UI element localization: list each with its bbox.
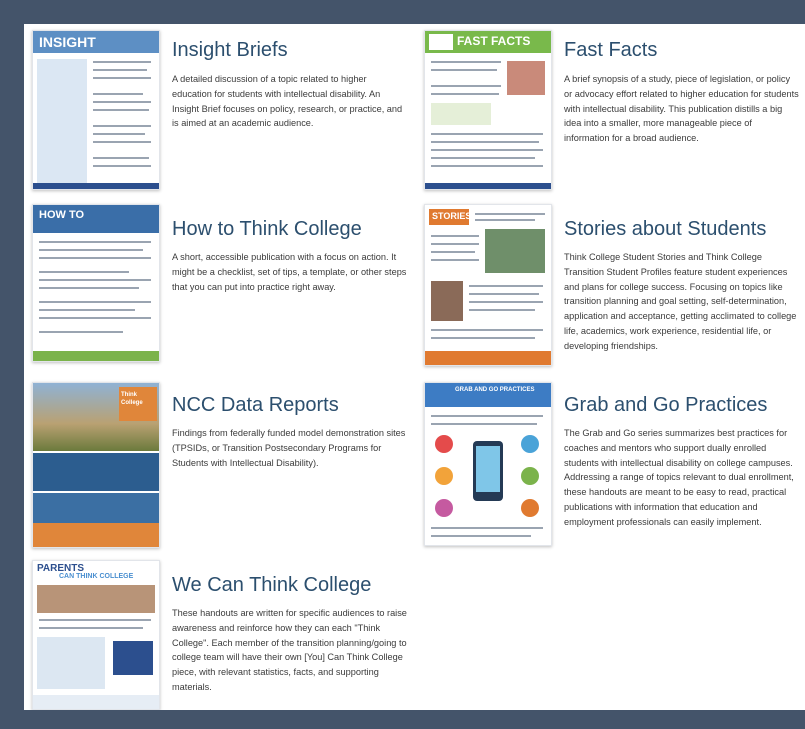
stories-thumbnail[interactable]: STORIES (424, 204, 552, 366)
how-to-logo-text: HOW TO (39, 209, 85, 221)
insight-briefs-title[interactable]: Insight Briefs (172, 39, 288, 62)
ncc-data-reports-title[interactable]: NCC Data Reports (172, 394, 339, 417)
stories-about-students-description: Think College Student Stories and Think … (564, 252, 797, 351)
can-think-college-logo-text: CAN THINK COLLEGE (59, 573, 134, 580)
publication-card-ncc-data-reports[interactable]: Think College NCC Data Reports Findings … (32, 382, 405, 548)
publication-card-insight-briefs[interactable]: INSIGHT Insight Briefs A detailed discus… (32, 30, 402, 196)
ncc-data-reports-thumbnail[interactable]: Think College (32, 382, 160, 548)
insight-logo-text: INSIGHT (39, 34, 96, 50)
stories-logo-text: STORIES (432, 211, 472, 221)
fast-facts-title[interactable]: Fast Facts (564, 39, 657, 62)
publication-card-stories-about-students[interactable]: STORIES Stories about Students Think Col… (424, 204, 802, 370)
ncc-data-reports-description: Findings from federally funded model dem… (172, 428, 406, 468)
publications-panel: INSIGHT Insight Briefs A detailed discus… (24, 24, 805, 710)
how-to-think-college-title[interactable]: How to Think College (172, 218, 362, 241)
we-can-think-college-thumbnail[interactable]: PARENTS CAN THINK COLLEGE (32, 560, 160, 710)
insight-briefs-thumbnail[interactable]: INSIGHT (32, 30, 160, 190)
fast-facts-logo-text: FAST FACTS (457, 34, 531, 48)
publication-card-we-can-think-college[interactable]: PARENTS CAN THINK COLLEGE We Can Think C… (32, 560, 407, 710)
we-can-think-college-description: These handouts are written for specific … (172, 608, 407, 692)
fast-facts-thumbnail[interactable]: FAST FACTS (424, 30, 552, 190)
publication-card-how-to-think-college[interactable]: HOW TO How to Think College A short, acc… (32, 204, 406, 370)
we-can-think-college-title[interactable]: We Can Think College (172, 574, 371, 597)
grab-and-go-logo-text: GRAB AND GO PRACTICES (455, 387, 535, 393)
grab-and-go-practices-title[interactable]: Grab and Go Practices (564, 394, 767, 417)
insight-briefs-description: A detailed discussion of a topic related… (172, 74, 403, 129)
ncc-logo-text: Think College (121, 392, 143, 406)
how-to-thumbnail[interactable]: HOW TO (32, 204, 160, 362)
how-to-think-college-description: A short, accessible publication with a f… (172, 252, 407, 292)
fast-facts-description: A brief synopsis of a study, piece of le… (564, 74, 799, 144)
stories-about-students-title[interactable]: Stories about Students (564, 218, 766, 241)
grab-and-go-practices-description: The Grab and Go series summarizes best p… (564, 428, 794, 527)
grab-and-go-thumbnail[interactable]: GRAB AND GO PRACTICES (424, 382, 552, 546)
publication-card-fast-facts[interactable]: FAST FACTS Fast Facts A brief synopsis o… (424, 30, 802, 196)
publication-card-grab-and-go-practices[interactable]: GRAB AND GO PRACTICES Grab and Go Practi… (424, 382, 802, 548)
